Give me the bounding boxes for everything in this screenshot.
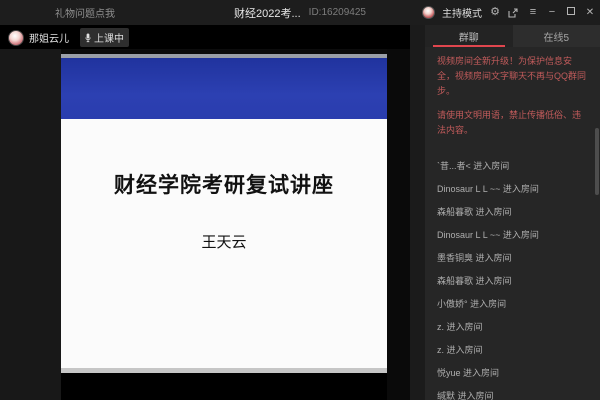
settings-icon[interactable]: ⚙ — [489, 7, 501, 18]
host-avatar[interactable] — [8, 29, 24, 46]
slide-speaker: 王天云 — [201, 233, 247, 251]
chat-message: z. 进入房间 — [437, 322, 483, 332]
announcement-text: 请使用文明用语，禁止传播低俗、违法内容。 — [437, 110, 582, 135]
chat-message: `昔...者< 进入房间 — [437, 161, 510, 171]
minimize-button[interactable]: − — [546, 7, 558, 18]
stage-left-margin — [0, 49, 61, 400]
chat-sidebar: 群聊 在线5 视频房间全新升级！为保护信息安全，视频房间文字聊天不再与QQ群同步… — [425, 25, 600, 400]
window-titlebar: 礼物问题点我 财经2022考... ID:16209425 主持模式 ⚙ ≡ −… — [0, 0, 600, 25]
stage-sidebar-divider — [410, 25, 425, 400]
shared-slide: 财经学院考研复试讲座 王天云 — [61, 54, 387, 373]
user-avatar[interactable] — [422, 6, 435, 19]
tab-online-members[interactable]: 在线5 — [512, 25, 600, 47]
host-name: 那姐云儿 — [29, 34, 69, 45]
video-top-letterbox: 那姐云儿 上课中 — [0, 25, 410, 49]
chat-message: 墨香铜臭 进入房间 — [437, 253, 512, 263]
video-stage: 那姐云儿 上课中 财经学院考研复试讲座 王天云 — [0, 25, 410, 400]
announcement-text: 视频房间全新升级！为保护信息安全，视频房间文字聊天不再与QQ群同步。 — [437, 56, 587, 96]
titlebar-controls: 主持模式 ⚙ ≡ − ✕ — [422, 0, 596, 25]
close-button[interactable]: ✕ — [584, 7, 596, 18]
chat-message: 森船暮歌 进入房间 — [437, 207, 512, 217]
chat-message: 悦yue 进入房间 — [437, 368, 500, 378]
class-status-text: 上课中 — [94, 34, 124, 45]
slide-title: 财经学院考研复试讲座 — [114, 172, 334, 197]
room-id: ID:16209425 — [308, 7, 366, 18]
host-mode-toggle[interactable]: 主持模式 — [442, 5, 482, 20]
tab-group-chat[interactable]: 群聊 — [425, 25, 513, 47]
video-bottom-letterbox — [61, 373, 387, 400]
maximize-button[interactable] — [565, 7, 577, 18]
share-icon[interactable] — [508, 7, 520, 18]
chat-message: Dinosaur L L ~~ 进入房间 — [437, 230, 539, 240]
window-title: 财经2022考... — [234, 7, 301, 20]
chat-scrollbar-thumb[interactable] — [595, 128, 599, 195]
system-announcements: 视频房间全新升级！为保护信息安全，视频房间文字聊天不再与QQ群同步。 请使用文明… — [425, 47, 600, 138]
chat-message: Dinosaur L L ~~ 进入房间 — [437, 184, 539, 194]
host-info-overlay: 那姐云儿 上课中 — [8, 28, 129, 47]
chat-message: 缄默 进入房间 — [437, 391, 494, 400]
app-window: 礼物问题点我 财经2022考... ID:16209425 主持模式 ⚙ ≡ −… — [0, 0, 600, 400]
slide-body: 财经学院考研复试讲座 王天云 — [61, 119, 387, 252]
chat-message: z. 进入房间 — [437, 345, 483, 355]
stage-right-margin — [387, 49, 410, 400]
slide-blue-band — [61, 58, 387, 119]
chat-message: 小傲娇° 进入房间 — [437, 299, 507, 309]
class-status-badge: 上课中 — [80, 28, 129, 47]
menu-icon[interactable]: ≡ — [527, 7, 539, 18]
sidebar-tabbar: 群聊 在线5 — [425, 25, 600, 47]
chat-message-list: `昔...者< 进入房间 Dinosaur L L ~~ 进入房间 森船暮歌 进… — [425, 147, 600, 400]
chat-message: 森船暮歌 进入房间 — [437, 276, 512, 286]
microphone-icon — [85, 33, 91, 42]
